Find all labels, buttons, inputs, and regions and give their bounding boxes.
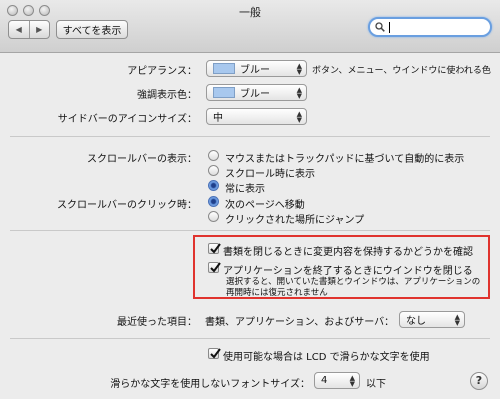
divider <box>10 338 490 339</box>
radio-next-page[interactable] <box>208 196 219 207</box>
recent-items-label: 最近使った項目： <box>117 317 197 328</box>
back-icon[interactable]: ◀ <box>9 21 30 38</box>
radio-auto-label[interactable]: マウスまたはトラックパッドに基づいて自動的に表示 <box>225 150 464 165</box>
lcd-smoothing-checkbox[interactable] <box>208 348 221 359</box>
sidebar-icon-size-value: 中 <box>213 113 223 124</box>
appearance-value: ブルー <box>240 65 270 76</box>
font-smoothing-size-popup[interactable]: 4 ▲ ▼ <box>314 372 360 389</box>
show-all-button[interactable]: すべてを表示 <box>56 20 128 39</box>
font-smoothing-size-value: 4 <box>321 375 328 386</box>
navigation-buttons: ◀ ▶ <box>8 20 50 39</box>
appearance-popup[interactable]: ブルー ▲ ▼ <box>206 60 307 77</box>
close-windows-checkbox[interactable] <box>208 262 221 273</box>
preferences-window: 一般 ◀ ▶ すべてを表示 アピアランス： ブルー ▲ ▼ ボタン、メニュー、ウイ… <box>0 0 500 399</box>
close-windows-note-line2: 再開時には復元されません <box>226 288 328 298</box>
font-smoothing-label: 滑らかな文字を使用しないフォントサイズ： <box>110 379 310 390</box>
help-button[interactable]: ? <box>470 372 488 390</box>
radio-auto[interactable] <box>208 150 219 161</box>
highlight-value: ブルー <box>240 89 270 100</box>
font-smoothing-suffix: 以下 <box>366 379 386 390</box>
highlight-color-popup[interactable]: ブルー ▲ ▼ <box>206 84 307 101</box>
close-windows-note-line1: 選択すると、開いていた書類とウインドウは、アプリケーションの <box>226 277 481 287</box>
toolbar: 一般 ◀ ▶ すべてを表示 <box>0 0 500 53</box>
color-swatch <box>213 63 235 74</box>
radio-always-label[interactable]: 常に表示 <box>225 180 265 195</box>
color-swatch <box>213 87 235 98</box>
forward-icon[interactable]: ▶ <box>30 21 50 38</box>
popup-arrows-icon: ▲ ▼ <box>296 110 302 124</box>
click-scroll-bar-label: スクロールバーのクリック時： <box>57 200 197 211</box>
popup-arrows-icon: ▲ ▼ <box>454 313 460 327</box>
recent-items-popup[interactable]: なし ▲ ▼ <box>399 311 465 328</box>
divider <box>10 136 490 137</box>
recent-items-description: 書類、アプリケーション、およびサーバ： <box>205 317 395 328</box>
radio-jump-to-spot[interactable] <box>208 211 219 222</box>
sidebar-icon-size-label: サイドバーのアイコンサイズ： <box>57 114 197 125</box>
popup-arrows-icon: ▲ ▼ <box>296 86 302 100</box>
ask-keep-changes-checkbox[interactable] <box>208 243 221 254</box>
popup-arrows-icon: ▲ ▼ <box>349 374 355 388</box>
lcd-smoothing-label[interactable]: 使用可能な場合は LCD で滑らかな文字を使用 <box>223 348 430 363</box>
highlight-label: 強調表示色： <box>137 90 197 101</box>
ask-keep-changes-label[interactable]: 書類を閉じるときに変更内容を保持するかどうかを確認 <box>223 243 473 258</box>
popup-arrows-icon: ▲ ▼ <box>296 62 302 76</box>
radio-jump-to-spot-label[interactable]: クリックされた場所にジャンプ <box>225 211 364 226</box>
appearance-label: アピアランス： <box>127 66 197 77</box>
appearance-description: ボタン、メニュー、ウインドウに使われる色 <box>312 66 491 76</box>
sidebar-icon-size-popup[interactable]: 中 ▲ ▼ <box>206 108 307 125</box>
divider <box>10 230 490 231</box>
radio-always[interactable] <box>208 180 219 191</box>
search-field[interactable] <box>368 17 492 37</box>
show-scroll-bars-label: スクロールバーの表示： <box>87 154 197 165</box>
checkmark-icon <box>210 348 221 359</box>
checkmark-icon <box>210 262 221 273</box>
recent-items-value: なし <box>406 316 426 327</box>
radio-when-scrolling-label[interactable]: スクロール時に表示 <box>225 165 315 180</box>
radio-next-page-label[interactable]: 次のページへ移動 <box>225 196 305 211</box>
checkmark-icon <box>210 243 221 254</box>
close-windows-label[interactable]: アプリケーションを終了するときにウインドウを閉じる <box>223 262 473 277</box>
search-icon <box>375 22 385 32</box>
text-cursor <box>389 22 390 33</box>
radio-when-scrolling[interactable] <box>208 165 219 176</box>
